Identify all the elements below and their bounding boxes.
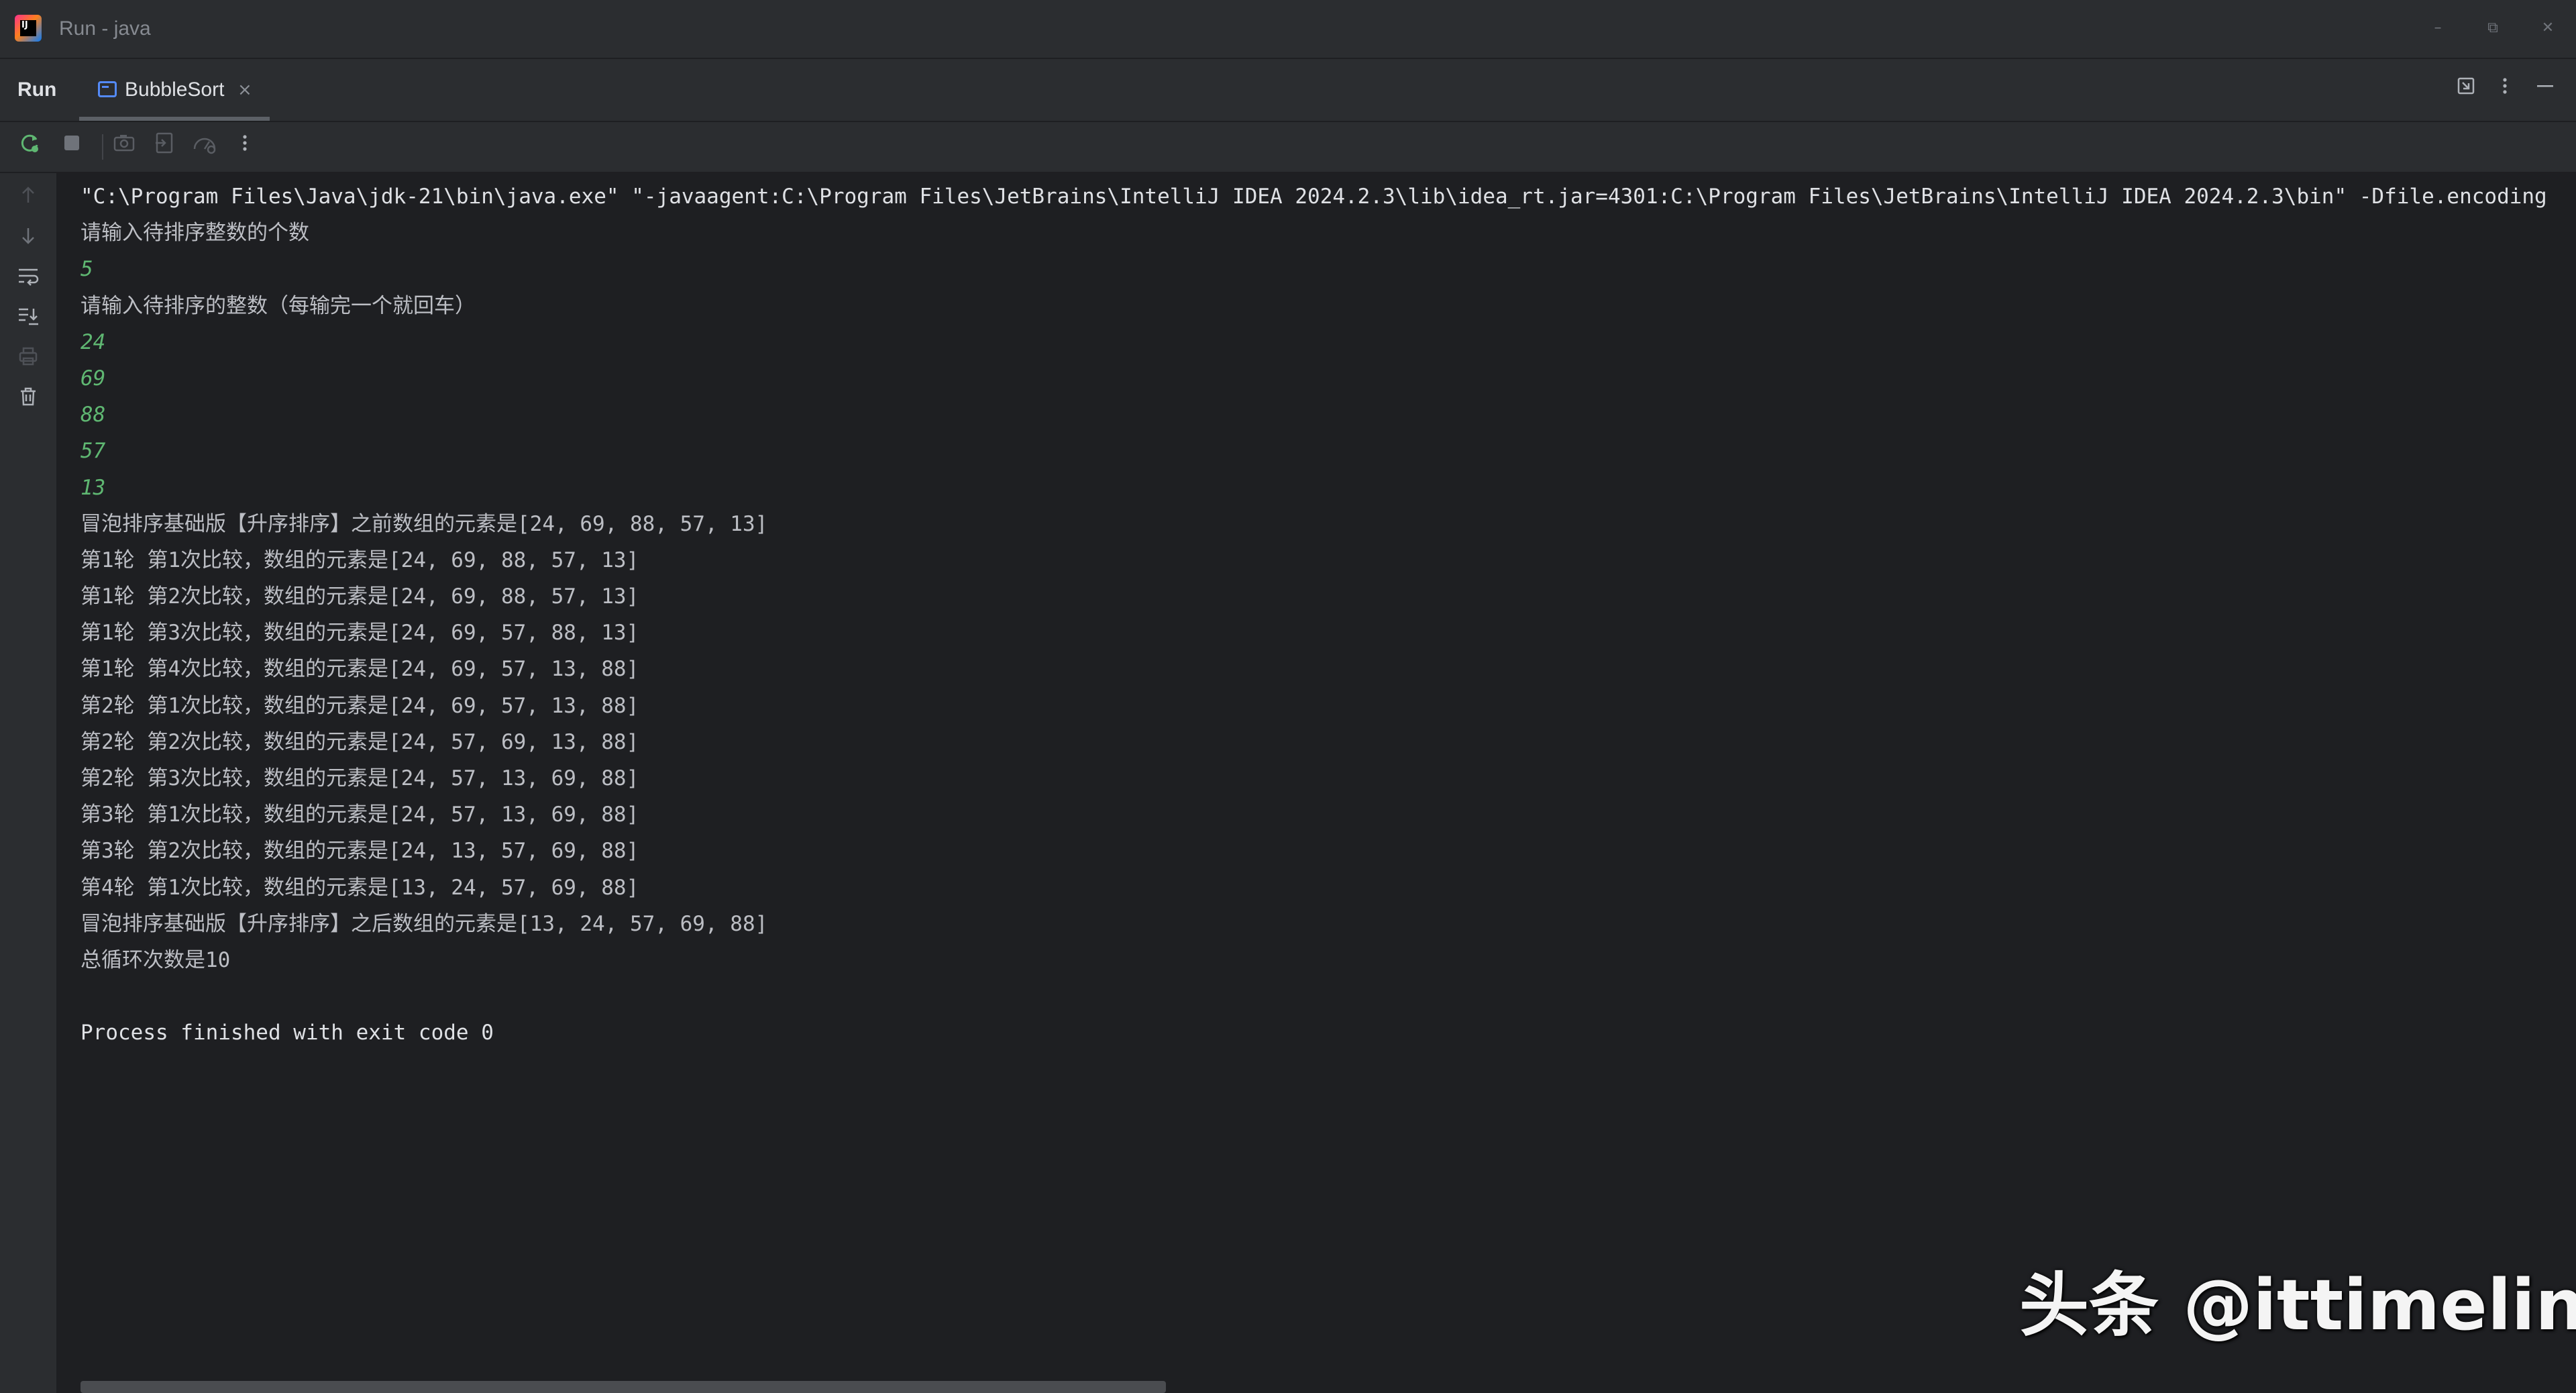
console-output[interactable]: "C:\Program Files\Java\jdk-21\bin\java.e… — [58, 173, 2576, 1381]
console-input-line: 57 — [80, 439, 106, 464]
console-output-line: 第2轮 第2次比较，数组的元素是[24, 57, 69, 13, 88] — [80, 729, 639, 754]
more-options-icon[interactable] — [2490, 75, 2520, 105]
horizontal-scrollbar[interactable] — [80, 1381, 1166, 1393]
console-lines: "C:\Program Files\Java\jdk-21\bin\java.e… — [80, 178, 2547, 1051]
console-output-line: 冒泡排序基础版【升序排序】之前数组的元素是[24, 69, 88, 57, 13… — [80, 511, 768, 536]
console-output-line — [80, 978, 2547, 1015]
minimize-icon[interactable] — [2530, 75, 2560, 105]
more-icon[interactable] — [229, 132, 260, 162]
soft-wrap-icon[interactable] — [13, 264, 44, 295]
window-title: Run - java — [59, 17, 151, 40]
run-toolbar — [0, 122, 2576, 173]
clear-all-icon[interactable] — [13, 385, 44, 416]
console-gutter — [0, 173, 58, 1393]
console-output-line: "C:\Program Files\Java\jdk-21\bin\java.e… — [80, 185, 2547, 209]
toolbar-separator — [102, 134, 103, 160]
console-output-line: 第1轮 第1次比较，数组的元素是[24, 69, 88, 57, 13] — [80, 548, 639, 572]
console-output-line: 第1轮 第2次比较，数组的元素是[24, 69, 88, 57, 13] — [80, 584, 639, 609]
console-output-line: 冒泡排序基础版【升序排序】之后数组的元素是[13, 24, 57, 69, 88… — [80, 911, 768, 936]
scroll-up-icon[interactable] — [13, 184, 44, 215]
console-output-line: 第1轮 第3次比较，数组的元素是[24, 69, 57, 88, 13] — [80, 621, 639, 646]
console-output-line: 第4轮 第1次比较，数组的元素是[13, 24, 57, 69, 88] — [80, 875, 639, 900]
tab-label: BubbleSort — [125, 79, 225, 101]
export-icon[interactable] — [149, 132, 180, 162]
console-input-line: 13 — [80, 475, 106, 500]
console-output-line: 第3轮 第1次比较，数组的元素是[24, 57, 13, 69, 88] — [80, 803, 639, 827]
watermark: 头条 @ittimeline — [2019, 1264, 2576, 1346]
scroll-to-end-icon[interactable] — [13, 305, 44, 336]
tool-window-title: Run — [17, 79, 57, 101]
console-input-line: 88 — [80, 403, 106, 427]
profiler-icon[interactable] — [189, 132, 220, 162]
rerun-icon[interactable] — [15, 132, 46, 162]
tab-close-button[interactable]: × — [237, 75, 252, 105]
ide-window: IJ Run - java – ⧉ ✕ Run BubbleSort × "C:… — [0, 0, 2576, 1393]
console-output-line: 第2轮 第1次比较，数组的元素是[24, 69, 57, 13, 88] — [80, 693, 639, 718]
scroll-down-icon[interactable] — [13, 224, 44, 255]
console-output-line: Process finished with exit code 0 — [80, 1021, 494, 1045]
run-config-icon — [98, 81, 117, 97]
console-input-line: 24 — [80, 329, 106, 354]
screenshot-icon[interactable] — [109, 132, 140, 162]
minimize-window-button[interactable]: – — [2423, 13, 2453, 43]
stop-icon[interactable] — [56, 132, 87, 162]
print-icon[interactable] — [13, 345, 44, 376]
console-output-line: 请输入待排序的整数（每输完一个就回车） — [80, 293, 476, 318]
console-output-line: 第2轮 第3次比较，数组的元素是[24, 57, 13, 69, 88] — [80, 766, 639, 790]
console-output-line: 第1轮 第4次比较，数组的元素是[24, 69, 57, 13, 88] — [80, 657, 639, 682]
restore-window-button[interactable]: ⧉ — [2478, 13, 2508, 43]
console-input-line: 69 — [80, 366, 106, 391]
console-output-line: 总循环次数是10 — [80, 947, 231, 972]
intellij-logo-icon: IJ — [15, 15, 42, 42]
close-window-button[interactable]: ✕ — [2533, 13, 2563, 43]
tab-selected-indicator — [79, 117, 270, 121]
run-tool-window-header: Run BubbleSort × — [0, 59, 2576, 122]
title-bar: IJ Run - java – ⧉ ✕ — [0, 0, 2576, 59]
tab-bubblesort[interactable]: BubbleSort × — [79, 59, 270, 121]
console-input-line: 5 — [80, 257, 93, 282]
console-output-line: 第3轮 第2次比较，数组的元素是[24, 13, 57, 69, 88] — [80, 839, 639, 864]
restore-layout-icon[interactable] — [2451, 75, 2481, 105]
console-output-line: 请输入待排序整数的个数 — [80, 221, 309, 246]
